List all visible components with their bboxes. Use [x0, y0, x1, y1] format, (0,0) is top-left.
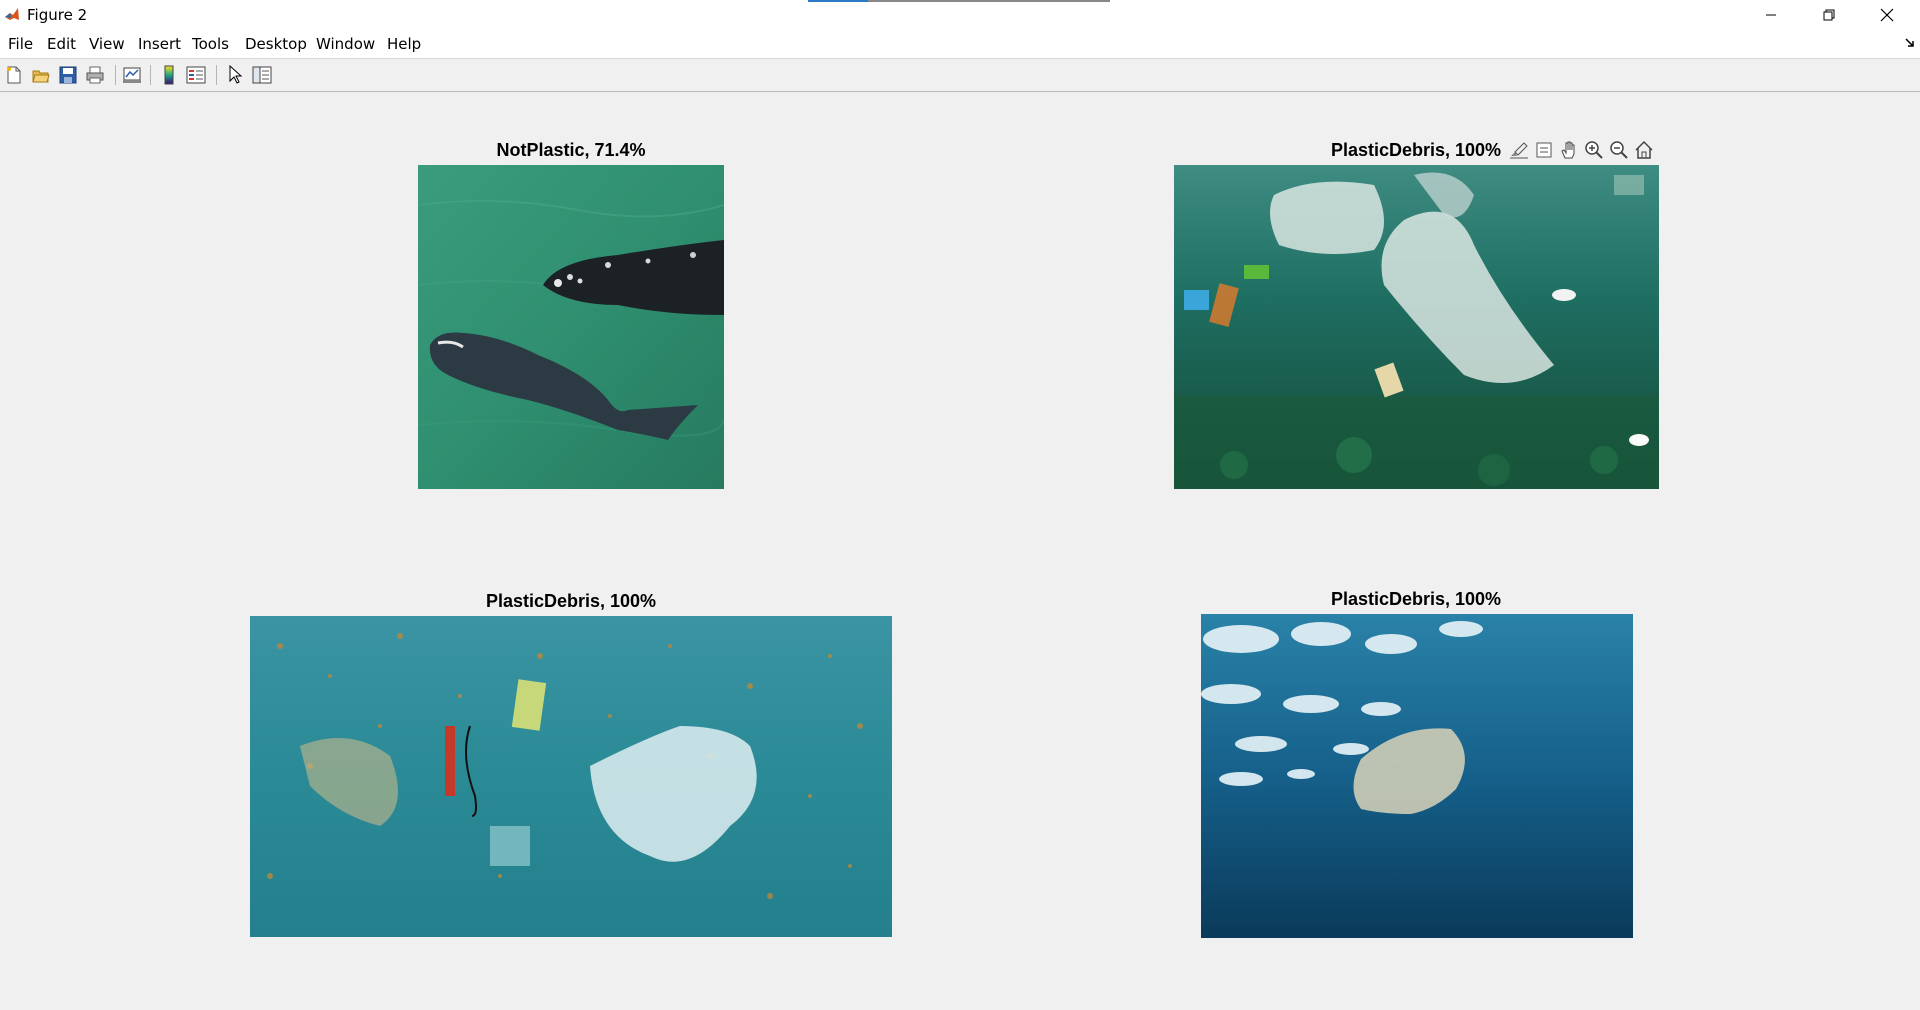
save-button[interactable] [57, 64, 79, 86]
print-button[interactable] [84, 64, 106, 86]
insert-legend-button[interactable] [185, 64, 207, 86]
image-panel-3[interactable] [250, 616, 892, 937]
toolbar-separator [150, 65, 151, 85]
toolbar-separator [216, 65, 217, 85]
data-tips-button[interactable] [1533, 139, 1555, 161]
close-button[interactable] [1858, 0, 1916, 30]
zoom-in-button[interactable] [1583, 139, 1605, 161]
minimize-button[interactable] [1742, 0, 1800, 30]
menu-desktop[interactable]: Desktop [245, 35, 307, 53]
window-title: Figure 2 [27, 6, 88, 24]
axes-title-2: PlasticDebris, 100% [1330, 140, 1502, 160]
menu-edit[interactable]: Edit [47, 35, 76, 53]
axes-toolbar [1508, 139, 1655, 163]
menu-help[interactable]: Help [387, 35, 421, 53]
plastic-green-water-image [1174, 165, 1659, 489]
restore-icon [1823, 9, 1835, 21]
menu-insert[interactable]: Insert [138, 35, 181, 53]
matlab-logo-icon [4, 6, 20, 22]
axes-title-4: PlasticDebris, 100% [1330, 589, 1502, 609]
new-figure-button[interactable] [3, 64, 25, 86]
image-panel-1[interactable] [418, 165, 724, 489]
data-tips-icon [1536, 142, 1552, 158]
dock-figure-icon[interactable] [1905, 38, 1915, 48]
new-figure-icon [7, 66, 21, 84]
link-plot-button[interactable] [121, 64, 143, 86]
print-icon [86, 66, 104, 84]
open-file-button[interactable] [30, 64, 52, 86]
insert-colorbar-button[interactable] [158, 64, 180, 86]
image-panel-2[interactable] [1174, 165, 1659, 489]
brush-icon [1510, 142, 1528, 159]
colorbar-icon [164, 65, 174, 85]
menu-view[interactable]: View [89, 35, 125, 53]
zoom-in-icon [1585, 141, 1603, 159]
edit-plot-icon [229, 65, 243, 84]
close-icon [1880, 8, 1894, 22]
zoom-out-button[interactable] [1608, 139, 1630, 161]
pan-icon [1561, 141, 1575, 159]
axes-title-3: PlasticDebris, 100% [485, 591, 657, 611]
toolbar-separator [115, 65, 116, 85]
menu-tools[interactable]: Tools [192, 35, 229, 53]
title-bar: Figure 2 [0, 0, 1920, 30]
open-file-icon [32, 70, 50, 83]
menu-bar: File Edit View Insert Tools Desktop Wind… [0, 30, 1920, 59]
brush-button[interactable] [1508, 139, 1530, 161]
property-inspector-icon [252, 66, 272, 84]
axes-title-1: NotPlastic, 71.4% [496, 140, 646, 160]
plastic-turquoise-water-image [250, 616, 892, 937]
restore-view-icon [1635, 140, 1653, 159]
save-icon [59, 66, 77, 84]
figure-toolbar [0, 59, 1920, 92]
edit-plot-button[interactable] [224, 64, 246, 86]
legend-icon [186, 66, 206, 84]
title-progress-indicator [808, 0, 1110, 2]
menu-window[interactable]: Window [316, 35, 375, 53]
link-plot-icon [123, 67, 141, 83]
zoom-out-icon [1610, 141, 1628, 159]
menu-file[interactable]: File [8, 35, 33, 53]
whales-image [418, 165, 724, 489]
restore-button[interactable] [1800, 0, 1858, 30]
restore-view-button[interactable] [1633, 139, 1655, 161]
property-inspector-button[interactable] [251, 64, 273, 86]
minimize-icon [1766, 14, 1776, 16]
pan-button[interactable] [1558, 139, 1580, 161]
image-panel-4[interactable] [1201, 614, 1633, 938]
plastic-deep-blue-water-image [1201, 614, 1633, 938]
